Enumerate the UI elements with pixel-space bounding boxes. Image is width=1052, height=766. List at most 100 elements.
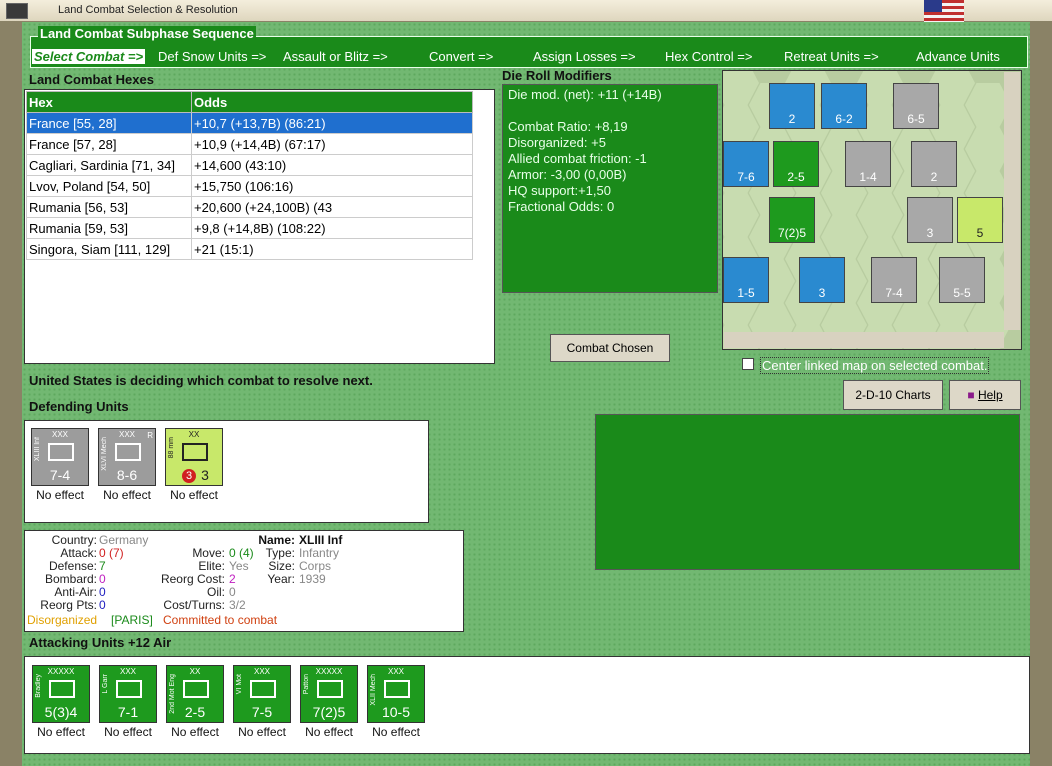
map-unit-counter[interactable]: 2-5 xyxy=(773,141,819,187)
map-unit-counter[interactable]: 5 xyxy=(957,197,1003,243)
unit-counter[interactable]: XXX XLIII Inf 7-4 xyxy=(31,428,89,486)
size-value: Corps xyxy=(299,559,332,573)
odds-cell[interactable]: +10,7 (+13,7B) (86:21) xyxy=(191,112,473,134)
unit-name: XLIII Inf xyxy=(34,437,41,462)
hex-cell[interactable]: Singora, Siam [111, 129] xyxy=(26,238,192,260)
map-unit-strength: 2 xyxy=(788,112,796,126)
charts-button[interactable]: 2-D-10 Charts xyxy=(843,380,943,410)
reorg-pts-value: 0 xyxy=(99,598,106,612)
odds-cell[interactable]: +15,750 (106:16) xyxy=(191,175,473,197)
attack-value: 0 xyxy=(99,546,106,560)
hex-cell[interactable]: Lvov, Poland [54, 50] xyxy=(26,175,192,197)
status-message: United States is deciding which combat t… xyxy=(29,373,373,388)
odds-cell[interactable]: +14,600 (43:10) xyxy=(191,154,473,176)
map-unit-counter[interactable]: 6-5 xyxy=(893,83,939,129)
flag-canton xyxy=(924,0,942,12)
map-unit-counter[interactable]: 1-5 xyxy=(723,257,769,303)
hex-header[interactable]: Hex xyxy=(26,91,192,113)
elite-label: Elite: xyxy=(198,559,225,573)
window-frame-right xyxy=(1030,22,1052,766)
map-unit-counter[interactable]: 6-2 xyxy=(821,83,867,129)
seq-step-def-snow: Def Snow Units => xyxy=(158,49,267,64)
odds-cell[interactable]: +21 (15:1) xyxy=(191,238,473,260)
drm-line: Allied combat friction: -1 xyxy=(508,151,647,166)
map-unit-counter[interactable]: 2 xyxy=(911,141,957,187)
reorg-pts-label: Reorg Pts: xyxy=(40,598,97,612)
hex-cell[interactable]: Rumania [59, 53] xyxy=(26,217,192,239)
hex-row[interactable]: Singora, Siam [111, 129] +21 (15:1) xyxy=(26,238,473,260)
unit-counter[interactable]: XXXXX Patton 7(2)5 xyxy=(300,665,358,723)
map-unit-counter[interactable]: 3 xyxy=(907,197,953,243)
hex-row[interactable]: Cagliari, Sardinia [71, 34] +14,600 (43:1… xyxy=(26,154,473,176)
map-unit-strength: 2-5 xyxy=(787,170,805,184)
unit-strength: 2-5 xyxy=(184,704,206,720)
unit-counter[interactable]: XXX L Garr 7-1 xyxy=(99,665,157,723)
map-unit-counter[interactable]: 7-6 xyxy=(723,141,769,187)
unit-type-icon xyxy=(183,680,209,698)
type-label: Type: xyxy=(265,546,295,560)
hex-row[interactable]: Lvov, Poland [54, 50] +15,750 (106:16) xyxy=(26,175,473,197)
map-unit-counter[interactable]: 2 xyxy=(769,83,815,129)
map-unit-counter[interactable]: 5-5 xyxy=(939,257,985,303)
unit-counter[interactable]: XXXXX Bradley 5(3)4 xyxy=(32,665,90,723)
map-unit-strength: 3 xyxy=(818,286,826,300)
unit-name: XLVI Mech xyxy=(101,437,108,471)
unit-effect: No effect xyxy=(36,488,84,502)
hex-cell[interactable]: France [55, 28] xyxy=(26,112,192,134)
unit-counter[interactable]: XXX VI Mot 7-5 xyxy=(233,665,291,723)
map-unit-counter[interactable]: 7-4 xyxy=(871,257,917,303)
window-frame-left xyxy=(0,22,22,766)
move-alt-value: (4) xyxy=(239,546,254,560)
unit-counter[interactable]: XXX XLVI Mech 8-6 R xyxy=(98,428,156,486)
odds-cell[interactable]: +9,8 (+14,8B) (108:22) xyxy=(191,217,473,239)
year-value: 1939 xyxy=(299,572,326,586)
combat-chosen-button[interactable]: Combat Chosen xyxy=(550,334,670,362)
odds-header[interactable]: Odds xyxy=(191,91,473,113)
unit-counter[interactable]: XX 2nd Mot Eng 2-5 xyxy=(166,665,224,723)
unit-strength: 7-4 xyxy=(49,467,71,483)
map-unit-counter[interactable]: 7(2)5 xyxy=(769,197,815,243)
move-label: Move: xyxy=(192,546,225,560)
map-unit-strength: 1-4 xyxy=(859,170,877,184)
map-vertical-scrollbar[interactable] xyxy=(1004,72,1020,330)
map-horizontal-scrollbar[interactable] xyxy=(724,332,1004,348)
hex-row[interactable]: Rumania [59, 53] +9,8 (+14,8B) (108:22) xyxy=(26,217,473,239)
drm-line: Combat Ratio: +8,19 xyxy=(508,119,628,134)
odds-cell[interactable]: +10,9 (+14,4B) (67:17) xyxy=(191,133,473,155)
unit-counter[interactable]: XX 88 mm 3 3 xyxy=(165,428,223,486)
bombard-value: 0 xyxy=(99,572,106,586)
hex-row[interactable]: Rumania [56, 53] +20,600 (+24,100B) (43 xyxy=(26,196,473,218)
unit-type-icon xyxy=(48,443,74,461)
map-hex[interactable] xyxy=(821,215,867,259)
unit-name: Bradley xyxy=(35,674,42,698)
map-hex[interactable] xyxy=(857,193,903,237)
seq-step-retreat: Retreat Units => xyxy=(784,49,879,64)
drm-line: Die mod. (net): +11 (+14B) xyxy=(508,87,662,102)
hex-table: Hex Odds France [55, 28] +10,7 (+13,7B) (… xyxy=(26,91,473,260)
unit-counter[interactable]: XXX XLII Mech 10-5 xyxy=(367,665,425,723)
help-book-icon: ■ xyxy=(967,388,978,402)
hex-cell[interactable]: France [57, 28] xyxy=(26,133,192,155)
map-unit-counter[interactable]: 3 xyxy=(799,257,845,303)
hex-row[interactable]: France [57, 28] +10,9 (+14,4B) (67:17) xyxy=(26,133,473,155)
center-map-checkbox[interactable] xyxy=(742,358,754,370)
hex-row[interactable]: France [55, 28] +10,7 (+13,7B) (86:21) xyxy=(26,112,473,134)
reorg-cost-label: Reorg Cost: xyxy=(160,572,225,586)
unit-type-icon xyxy=(116,680,142,698)
odds-cell[interactable]: +20,600 (+24,100B) (43 xyxy=(191,196,473,218)
defense-value: 7 xyxy=(99,559,106,573)
drm-line: Armor: -3,00 (0,00B) xyxy=(508,167,627,182)
help-button[interactable]: ■ Help xyxy=(949,380,1021,410)
disorganized-status: Disorganized xyxy=(27,613,98,627)
map-unit-counter[interactable]: 1-4 xyxy=(845,141,891,187)
unit-effect: No effect xyxy=(170,488,218,502)
seq-step-convert: Convert => xyxy=(429,49,494,64)
hex-cell[interactable]: Rumania [56, 53] xyxy=(26,196,192,218)
map-unit-strength: 7-4 xyxy=(885,286,903,300)
linked-map[interactable]: 2 6-2 6-5 7-6 2-5 1-4 2 7(2)5 1-5 3 7-4 5-5 5 3 xyxy=(722,70,1022,350)
center-map-label[interactable]: Center linked map on selected combat. xyxy=(760,357,990,374)
unit-strength: 7-5 xyxy=(251,704,273,720)
hex-cell[interactable]: Cagliari, Sardinia [71, 34] xyxy=(26,154,192,176)
drm-line: HQ support:+1,50 xyxy=(508,183,611,198)
year-label: Year: xyxy=(267,572,295,586)
